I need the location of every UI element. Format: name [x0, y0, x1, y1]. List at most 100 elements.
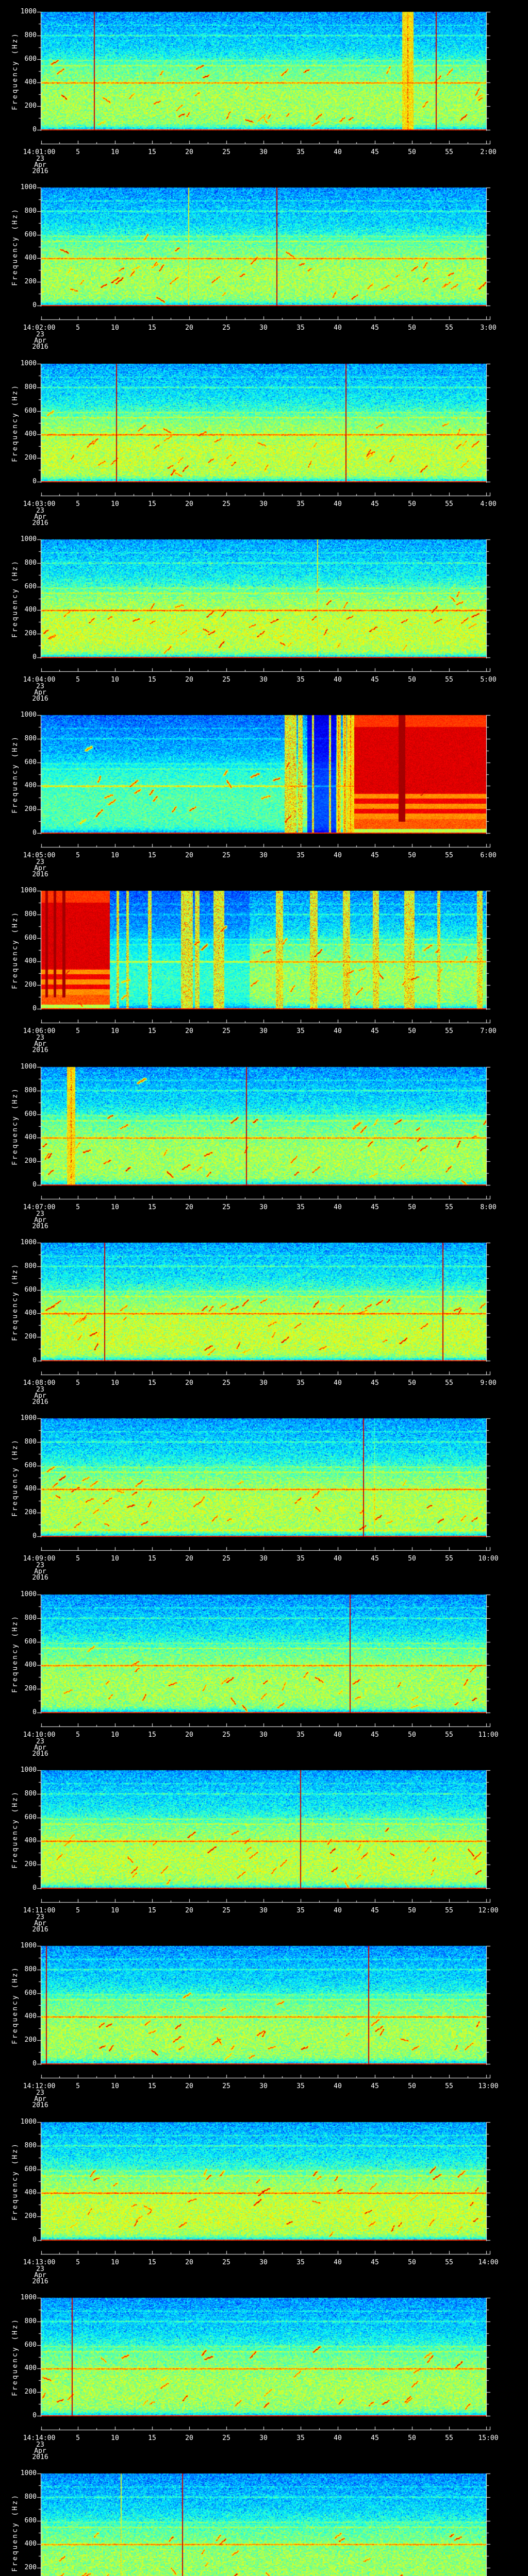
y-tick-label-1000: 1000	[20, 1414, 37, 1422]
y-tick-label-800: 800	[24, 559, 37, 567]
y-tick-label-200: 200	[24, 1509, 37, 1516]
x-tick-label-45: 45	[371, 1204, 379, 1211]
x-tick-label-40: 40	[334, 676, 342, 684]
x-tick-label-40: 40	[334, 1907, 342, 1914]
x-end-time-label: 11:00	[478, 1731, 499, 1739]
x-tick-label-30: 30	[259, 1204, 268, 1211]
x-tick-label-30: 30	[259, 1731, 268, 1739]
x-end-time-label: 15:00	[478, 2434, 499, 2442]
x-tick-label-35: 35	[296, 2082, 305, 2090]
y-tick-label-400: 400	[24, 78, 37, 86]
y-tick-label-0: 0	[32, 2412, 37, 2419]
x-tick-label-15: 15	[148, 1731, 156, 1739]
x-tick-label-50: 50	[408, 1731, 416, 1739]
spectrogram-panel-14: Frequency (Hz) 1000 800 600 400 200 0 5 10 15 20 25…	[0, 2286, 528, 2462]
x-tick-label-35: 35	[296, 500, 305, 508]
x-tick-label-45: 45	[371, 676, 379, 684]
spectrogram-panel-9: Frequency (Hz) 1000 800 600 400 200 0 5 10 15 20 25…	[0, 1406, 528, 1582]
x-end-time-label: 10:00	[478, 1555, 499, 1563]
x-tick-label-25: 25	[222, 1379, 230, 1387]
x-tick-label-10: 10	[111, 1731, 119, 1739]
x-end-time-label: 6:00	[480, 852, 497, 859]
date-line-3: 2016	[32, 1574, 48, 1582]
y-tick-label-400: 400	[24, 782, 37, 789]
x-tick-label-25: 25	[222, 148, 230, 156]
spectrogram-panel-5: Frequency (Hz) 1000 800 600 400 200 0 5 10 15 20 25…	[0, 703, 528, 879]
y-axis-title: Frequency (Hz)	[11, 1615, 19, 1693]
x-tick-label-55: 55	[445, 2082, 453, 2090]
spectrogram-panel-10: Frequency (Hz) 1000 800 600 400 200 0 5 10 15 20 25…	[0, 1583, 528, 1758]
y-tick-label-600: 600	[24, 2341, 37, 2349]
x-tick-label-10: 10	[111, 1907, 119, 1914]
y-tick-label-800: 800	[24, 2493, 37, 2501]
y-tick-label-600: 600	[24, 1286, 37, 1294]
y-axis-title: Frequency (Hz)	[11, 1087, 19, 1165]
x-tick-label-15: 15	[148, 1907, 156, 1914]
y-axis-title: Frequency (Hz)	[11, 2494, 19, 2572]
x-end-time-label: 7:00	[480, 1027, 497, 1035]
x-tick-label-45: 45	[371, 500, 379, 508]
y-tick-label-1000: 1000	[20, 2118, 37, 2126]
y-tick-label-1000: 1000	[20, 1239, 37, 1246]
y-tick-label-600: 600	[24, 1110, 37, 1118]
x-tick-label-45: 45	[371, 1555, 379, 1563]
x-tick-label-55: 55	[445, 1907, 453, 1914]
x-tick-label-15: 15	[148, 1379, 156, 1387]
y-axis-title: Frequency (Hz)	[11, 560, 19, 638]
x-tick-label-15: 15	[148, 2082, 156, 2090]
x-tick-label-20: 20	[185, 500, 193, 508]
y-tick-label-400: 400	[24, 254, 37, 262]
date-line-3: 2016	[32, 1046, 48, 1054]
y-tick-label-1000: 1000	[20, 711, 37, 719]
x-tick-label-35: 35	[296, 1555, 305, 1563]
x-tick-label-5: 5	[76, 324, 80, 332]
y-axis-title: Frequency (Hz)	[11, 32, 19, 110]
y-tick-label-1000: 1000	[20, 2294, 37, 2301]
y-tick-label-200: 200	[24, 278, 37, 285]
y-axis-title: Frequency (Hz)	[11, 1438, 19, 1517]
y-axis-title: Frequency (Hz)	[11, 1966, 19, 2044]
x-tick-label-55: 55	[445, 852, 453, 859]
y-axis-title: Frequency (Hz)	[11, 735, 19, 814]
y-tick-label-0: 0	[32, 1005, 37, 1012]
spectrogram-panel-11: Frequency (Hz) 1000 800 600 400 200 0 5 10 15 20 25…	[0, 1758, 528, 1934]
x-tick-label-45: 45	[371, 1379, 379, 1387]
y-tick-label-400: 400	[24, 2012, 37, 2020]
date-line-3: 2016	[32, 871, 48, 878]
x-tick-label-30: 30	[259, 148, 268, 156]
x-tick-label-15: 15	[148, 1204, 156, 1211]
x-tick-label-35: 35	[296, 1907, 305, 1914]
x-tick-label-40: 40	[334, 500, 342, 508]
x-tick-label-50: 50	[408, 2259, 416, 2266]
x-tick-label-50: 50	[408, 1555, 416, 1563]
x-tick-label-15: 15	[148, 676, 156, 684]
y-tick-label-200: 200	[24, 1333, 37, 1341]
x-tick-label-5: 5	[76, 1204, 80, 1211]
x-tick-label-55: 55	[445, 676, 453, 684]
x-tick-label-40: 40	[334, 148, 342, 156]
spectrogram-stack: Frequency (Hz) 1000 800 600 400 200 0 5 10 15 20 25…	[0, 0, 528, 2576]
x-tick-label-25: 25	[222, 676, 230, 684]
x-tick-label-55: 55	[445, 2434, 453, 2442]
x-tick-label-45: 45	[371, 852, 379, 859]
x-tick-label-35: 35	[296, 1027, 305, 1035]
y-tick-label-400: 400	[24, 2189, 37, 2196]
x-tick-label-45: 45	[371, 2259, 379, 2266]
y-axis-title: Frequency (Hz)	[11, 2142, 19, 2221]
y-tick-label-800: 800	[24, 1614, 37, 1622]
x-tick-label-45: 45	[371, 2082, 379, 2090]
x-tick-label-45: 45	[371, 2434, 379, 2442]
x-tick-label-10: 10	[111, 1555, 119, 1563]
x-tick-label-50: 50	[408, 676, 416, 684]
y-tick-label-800: 800	[24, 207, 37, 215]
x-tick-label-10: 10	[111, 324, 119, 332]
y-tick-label-0: 0	[32, 478, 37, 485]
y-tick-label-600: 600	[24, 583, 37, 590]
x-tick-label-10: 10	[111, 1379, 119, 1387]
x-tick-label-30: 30	[259, 324, 268, 332]
date-line-3: 2016	[32, 2453, 48, 2461]
x-tick-label-25: 25	[222, 852, 230, 859]
x-tick-label-15: 15	[148, 324, 156, 332]
y-tick-label-0: 0	[32, 1532, 37, 1540]
y-tick-label-200: 200	[24, 2388, 37, 2396]
